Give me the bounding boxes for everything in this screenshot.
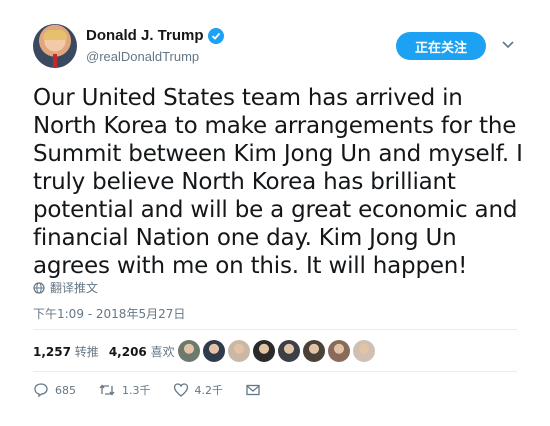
retweets-stat[interactable]: 1,257 转推 bbox=[33, 343, 99, 360]
tweet-text: Our United States team has arrived in No… bbox=[33, 85, 523, 279]
envelope-icon bbox=[246, 384, 260, 396]
verified-badge-icon bbox=[207, 27, 224, 44]
liker-avatar[interactable] bbox=[303, 340, 325, 362]
like-button[interactable]: 4.2千 bbox=[173, 382, 224, 398]
globe-icon bbox=[33, 281, 45, 294]
reply-button[interactable]: 685 bbox=[33, 382, 76, 398]
tweet-timestamp[interactable]: 下午1:09 - 2018年5月27日 bbox=[33, 305, 185, 322]
display-name-text[interactable]: Donald J. Trump bbox=[86, 27, 204, 44]
divider bbox=[33, 329, 517, 330]
liker-avatar[interactable] bbox=[278, 340, 300, 362]
retweet-count: 1.3千 bbox=[122, 384, 151, 397]
translate-label[interactable]: 翻译推文 bbox=[50, 279, 98, 296]
tweet-actions: 685 1.3千 4.2千 bbox=[33, 382, 283, 398]
liker-avatars bbox=[178, 340, 375, 362]
heart-icon bbox=[173, 383, 188, 397]
liker-avatar[interactable] bbox=[203, 340, 225, 362]
liker-avatar[interactable] bbox=[228, 340, 250, 362]
retweet-button[interactable]: 1.3千 bbox=[98, 382, 151, 398]
retweets-label: 转推 bbox=[74, 345, 99, 359]
liker-avatar[interactable] bbox=[353, 340, 375, 362]
avatar-hair bbox=[43, 30, 67, 40]
like-count: 4.2千 bbox=[194, 384, 224, 397]
likes-stat[interactable]: 4,206 喜欢 bbox=[109, 343, 175, 360]
translate-tweet-link[interactable]: 翻译推文 bbox=[33, 279, 98, 296]
likes-count: 4,206 bbox=[108, 345, 147, 359]
likes-label: 喜欢 bbox=[150, 345, 175, 359]
avatar[interactable] bbox=[33, 24, 77, 68]
reply-count: 685 bbox=[55, 383, 76, 397]
chevron-down-icon[interactable] bbox=[500, 36, 516, 52]
following-button[interactable]: 正在关注 bbox=[396, 32, 486, 60]
liker-avatar[interactable] bbox=[328, 340, 350, 362]
display-name[interactable]: Donald J. Trump bbox=[86, 27, 224, 44]
retweet-icon bbox=[99, 384, 115, 396]
retweets-count: 1,257 bbox=[33, 345, 71, 359]
avatar-tie bbox=[53, 54, 57, 68]
divider bbox=[33, 371, 517, 372]
liker-avatar[interactable] bbox=[178, 340, 200, 362]
liker-avatar[interactable] bbox=[253, 340, 275, 362]
direct-message-button[interactable] bbox=[245, 382, 261, 398]
engagement-stats: 1,257 转推 4,206 喜欢 bbox=[33, 343, 175, 360]
user-handle[interactable]: @realDonaldTrump bbox=[86, 49, 199, 64]
reply-icon bbox=[34, 383, 48, 398]
